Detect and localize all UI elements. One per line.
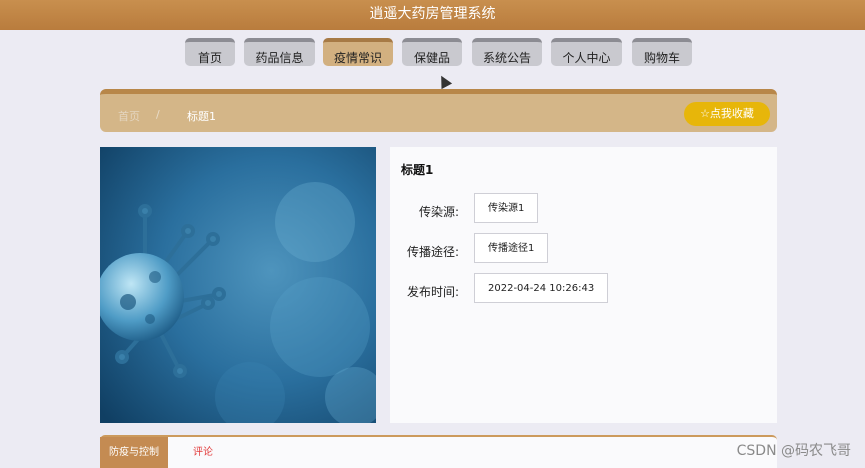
publish-time-label: 发布时间:: [406, 285, 459, 299]
content-tabs: 防疫与控制 评论: [100, 435, 777, 468]
favorite-button[interactable]: ☆点我收藏: [684, 102, 770, 126]
watermark: CSDN @码农飞哥: [736, 443, 851, 459]
route-value: 传播途径1: [474, 233, 549, 263]
virus-image-icon: [100, 147, 376, 423]
tab-health-products[interactable]: 保健品: [402, 38, 462, 66]
source-label: 传染源:: [418, 205, 459, 219]
source-value: 传染源1: [474, 193, 539, 223]
detail-panel: 标题1 传染源: 传染源1 传播途径: 传播途径1 发布时间: 2022-04-…: [390, 147, 777, 423]
publish-time-value: 2022-04-24 10:26:43: [474, 273, 609, 303]
main-nav: 首页 药品信息 疫情常识 保健品 系统公告 个人中心 购物车: [0, 38, 865, 68]
breadcrumb: 首页 / 标题1 ☆点我收藏: [100, 89, 777, 132]
article-image: [100, 147, 376, 423]
route-label: 传播途径:: [406, 245, 459, 259]
detail-title: 标题1: [401, 163, 434, 177]
app-header: 逍遥大药房管理系统: [0, 0, 865, 30]
tab-home[interactable]: 首页: [185, 38, 235, 66]
app-title: 逍遥大药房管理系统: [369, 6, 496, 22]
tab-shopping-cart[interactable]: 购物车: [632, 38, 692, 66]
mouse-cursor-icon: [435, 72, 453, 90]
tab-epidemic-knowledge[interactable]: 疫情常识: [323, 38, 393, 66]
tab-comments[interactable]: 评论: [193, 437, 213, 468]
tab-prevention-control[interactable]: 防疫与控制: [100, 437, 168, 468]
tab-personal-center[interactable]: 个人中心: [551, 38, 622, 66]
breadcrumb-separator: /: [156, 108, 160, 121]
breadcrumb-home[interactable]: 首页: [118, 108, 140, 124]
tab-medicine-info[interactable]: 药品信息: [244, 38, 315, 66]
tab-announcements[interactable]: 系统公告: [472, 38, 542, 66]
breadcrumb-current: 标题1: [187, 110, 216, 123]
